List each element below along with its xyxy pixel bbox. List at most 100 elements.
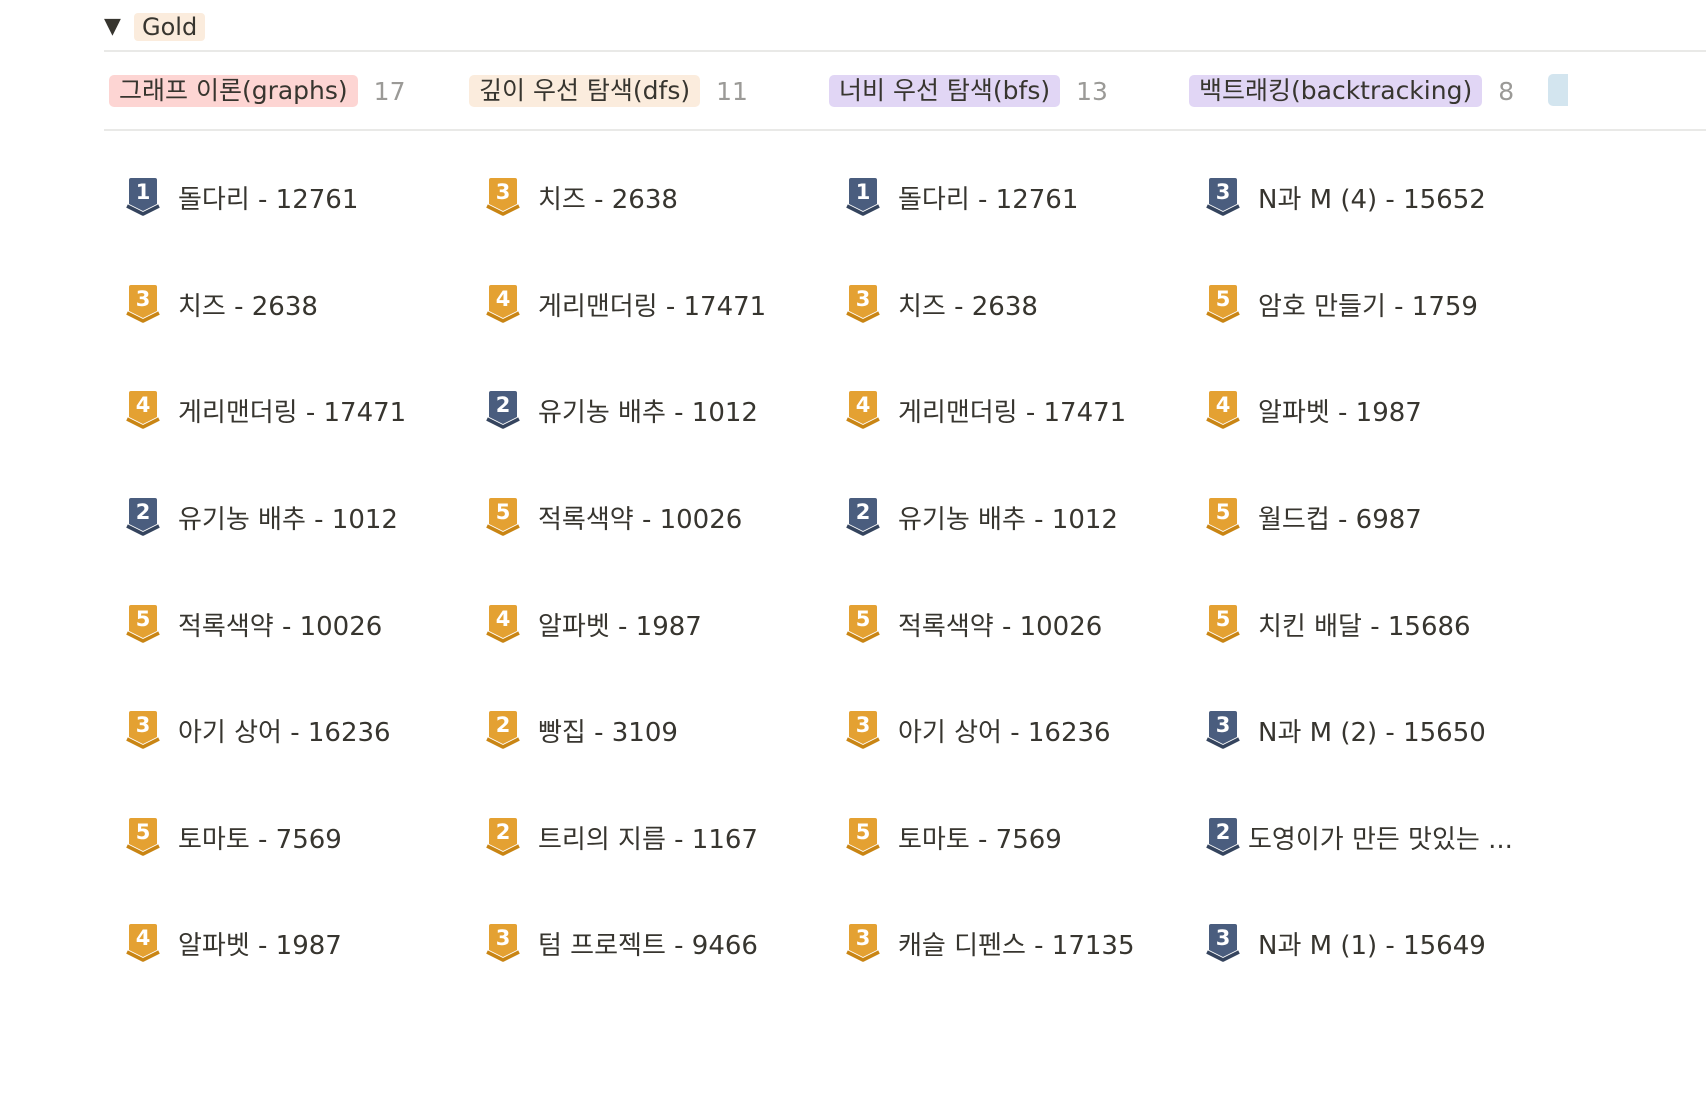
problem-card[interactable]: 4 게리맨더링 - 17471: [846, 382, 1126, 438]
column-header[interactable]: 깊이 우선 탐색(dfs) 11: [469, 74, 748, 108]
problem-title: 아기 상어 - 16236: [898, 717, 1111, 748]
problem-card[interactable]: 4 알파벳 - 1987: [486, 596, 702, 652]
problem-card[interactable]: 3 N과 M (1) - 15649: [1206, 915, 1486, 971]
column-header[interactable]: 백트래킹(backtracking) 8: [1189, 74, 1514, 108]
svg-text:5: 5: [136, 607, 151, 631]
problem-title: 유기농 배추 - 1012: [898, 504, 1118, 535]
problem-card[interactable]: 3 텀 프로젝트 - 9466: [486, 915, 758, 971]
svg-text:2: 2: [496, 393, 511, 417]
problem-title: 치즈 - 2638: [898, 291, 1038, 322]
column-tag-partial[interactable]: [1548, 74, 1568, 106]
column-header[interactable]: 그래프 이론(graphs) 17: [109, 74, 405, 108]
silver-tier-badge-icon: 3: [1206, 178, 1240, 216]
problem-card[interactable]: 2 트리의 지름 - 1167: [486, 809, 758, 865]
svg-text:5: 5: [496, 500, 511, 524]
gold-tier-badge-icon: 3: [846, 285, 880, 323]
svg-text:5: 5: [856, 607, 871, 631]
problem-card[interactable]: 5 토마토 - 7569: [846, 809, 1062, 865]
gold-tier-badge-icon: 4: [126, 391, 160, 429]
problem-card[interactable]: 5 적록색약 - 10026: [126, 596, 382, 652]
problem-title: 월드컵 - 6987: [1258, 504, 1422, 535]
problem-card[interactable]: 5 적록색약 - 10026: [486, 489, 742, 545]
silver-tier-badge-icon: 1: [126, 178, 160, 216]
column-count: 8: [1498, 76, 1515, 106]
problem-title: 텀 프로젝트 - 9466: [538, 930, 758, 961]
gold-tier-badge-icon: 2: [486, 818, 520, 856]
problem-card[interactable]: 3 치즈 - 2638: [486, 169, 678, 225]
problem-card[interactable]: 2 유기농 배추 - 1012: [846, 489, 1118, 545]
problem-title: 캐슬 디펜스 - 17135: [898, 930, 1135, 961]
svg-text:3: 3: [856, 926, 871, 950]
problem-card[interactable]: 2 빵집 - 3109: [486, 702, 678, 758]
svg-text:2: 2: [856, 500, 871, 524]
column-tag[interactable]: 그래프 이론(graphs): [109, 75, 358, 107]
svg-text:3: 3: [136, 287, 151, 311]
board-columns: 그래프 이론(graphs) 17 1 돌다리 - 12761 3 치즈 - 2638 4 게…: [0, 0, 1706, 1094]
problem-card[interactable]: 2 유기농 배추 - 1012: [126, 489, 398, 545]
column-header[interactable]: 너비 우선 탐색(bfs) 13: [829, 74, 1108, 108]
svg-text:4: 4: [136, 926, 151, 950]
svg-text:3: 3: [496, 180, 511, 204]
problem-card[interactable]: 1 돌다리 - 12761: [846, 169, 1078, 225]
problem-card[interactable]: 4 게리맨더링 - 17471: [486, 276, 766, 332]
svg-text:3: 3: [856, 287, 871, 311]
gold-tier-badge-icon: 5: [126, 605, 160, 643]
problem-title: 적록색약 - 10026: [178, 611, 383, 642]
silver-tier-badge-icon: 2: [126, 498, 160, 536]
problem-title: 게리맨더링 - 17471: [898, 397, 1127, 428]
problem-card[interactable]: 5 적록색약 - 10026: [846, 596, 1102, 652]
problem-card[interactable]: 5 월드컵 - 6987: [1206, 489, 1422, 545]
column-tag[interactable]: 백트래킹(backtracking): [1189, 75, 1483, 107]
problem-title: 적록색약 - 10026: [538, 504, 743, 535]
problem-title: 게리맨더링 - 17471: [178, 397, 407, 428]
problem-title: 빵집 - 3109: [538, 717, 678, 748]
problem-card[interactable]: 4 알파벳 - 1987: [126, 915, 342, 971]
silver-tier-badge-icon: 2: [846, 498, 880, 536]
gold-tier-badge-icon: 5: [126, 818, 160, 856]
gold-tier-badge-icon: 4: [486, 285, 520, 323]
problem-card[interactable]: 3 캐슬 디펜스 - 17135: [846, 915, 1135, 971]
silver-tier-badge-icon: 2: [1206, 818, 1240, 856]
problem-card[interactable]: 3 치즈 - 2638: [846, 276, 1038, 332]
problem-title: N과 M (2) - 15650: [1258, 717, 1486, 748]
gold-tier-badge-icon: 4: [126, 924, 160, 962]
problem-title: 돌다리 - 12761: [898, 184, 1079, 215]
svg-text:2: 2: [1216, 820, 1231, 844]
column-tag[interactable]: 깊이 우선 탐색(dfs): [469, 75, 701, 107]
problem-card[interactable]: 5 토마토 - 7569: [126, 809, 342, 865]
problem-title: 암호 만들기 - 1759: [1258, 291, 1478, 322]
problem-title: 유기농 배추 - 1012: [538, 397, 758, 428]
problem-card[interactable]: 4 게리맨더링 - 17471: [126, 382, 406, 438]
problem-title: 치즈 - 2638: [178, 291, 318, 322]
svg-text:2: 2: [136, 500, 151, 524]
problem-title: 게리맨더링 - 17471: [538, 291, 767, 322]
problem-card[interactable]: 3 아기 상어 - 16236: [126, 702, 391, 758]
svg-text:4: 4: [856, 393, 871, 417]
problem-card[interactable]: 3 치즈 - 2638: [126, 276, 318, 332]
column-tag[interactable]: 너비 우선 탐색(bfs): [829, 75, 1061, 107]
problem-title: 아기 상어 - 16236: [178, 717, 391, 748]
silver-tier-badge-icon: 2: [486, 391, 520, 429]
silver-tier-badge-icon: 1: [846, 178, 880, 216]
problem-card[interactable]: 3 N과 M (2) - 15650: [1206, 702, 1486, 758]
gold-tier-badge-icon: 3: [846, 711, 880, 749]
problem-card[interactable]: 5 치킨 배달 - 15686: [1206, 596, 1471, 652]
gold-tier-badge-icon: 4: [486, 605, 520, 643]
problem-card[interactable]: 5 암호 만들기 - 1759: [1206, 276, 1478, 332]
problem-title: 유기농 배추 - 1012: [178, 504, 398, 535]
svg-text:1: 1: [136, 180, 151, 204]
problem-card[interactable]: 4 알파벳 - 1987: [1206, 382, 1422, 438]
problem-title: 돌다리 - 12761: [178, 184, 359, 215]
problem-card[interactable]: 3 아기 상어 - 16236: [846, 702, 1111, 758]
problem-card[interactable]: 3 N과 M (4) - 15652: [1206, 169, 1486, 225]
svg-text:3: 3: [856, 713, 871, 737]
gold-tier-badge-icon: 3: [486, 178, 520, 216]
problem-card[interactable]: 1 돌다리 - 12761: [126, 169, 358, 225]
svg-text:5: 5: [856, 820, 871, 844]
problem-card[interactable]: 2 유기농 배추 - 1012: [486, 382, 758, 438]
svg-text:3: 3: [136, 713, 151, 737]
svg-text:2: 2: [496, 713, 511, 737]
problem-card[interactable]: 2 도영이가 만든 맛있는 ...: [1206, 809, 1513, 865]
column-count: 17: [373, 76, 406, 106]
gold-tier-badge-icon: 3: [846, 924, 880, 962]
